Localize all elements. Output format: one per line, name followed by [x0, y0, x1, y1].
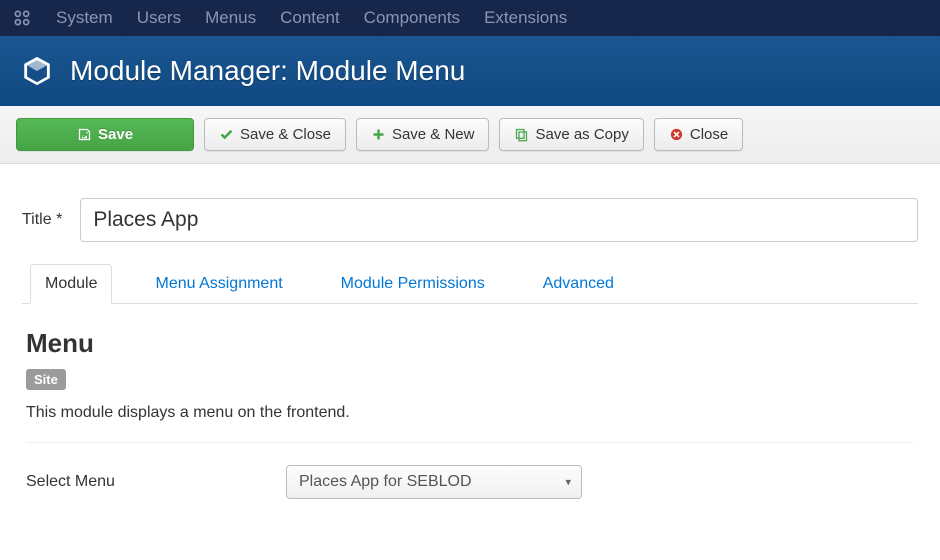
module-panel: Menu Site This module displays a menu on… [22, 304, 918, 523]
select-menu-row: Select Menu Places App for SEBLOD [26, 465, 914, 499]
toolbar: Save Save & Close Save & New Save as Cop… [0, 106, 940, 164]
tab-menu-assignment[interactable]: Menu Assignment [140, 264, 297, 304]
nav-menus[interactable]: Menus [205, 8, 256, 28]
save-new-label: Save & New [392, 126, 475, 143]
save-copy-label: Save as Copy [535, 126, 628, 143]
title-label: Title * [22, 211, 62, 229]
select-menu-label: Select Menu [26, 473, 286, 491]
nav-system[interactable]: System [56, 8, 113, 28]
save-button[interactable]: Save [16, 118, 194, 151]
nav-extensions[interactable]: Extensions [484, 8, 567, 28]
page-header: Module Manager: Module Menu [0, 36, 940, 106]
top-nav: System Users Menus Content Components Ex… [0, 0, 940, 36]
client-badge: Site [26, 369, 66, 390]
close-button[interactable]: Close [654, 118, 743, 151]
module-description: This module displays a menu on the front… [26, 404, 914, 422]
select-menu-value: Places App for SEBLOD [299, 473, 472, 490]
save-label: Save [98, 126, 133, 143]
tab-module[interactable]: Module [30, 264, 112, 304]
content-area: Title * Module Menu Assignment Module Pe… [0, 164, 940, 543]
title-field-row: Title * [22, 198, 918, 242]
module-cube-icon [20, 54, 54, 88]
close-icon [669, 127, 684, 142]
apply-icon [77, 127, 92, 142]
save-close-label: Save & Close [240, 126, 331, 143]
save-close-button[interactable]: Save & Close [204, 118, 346, 151]
tab-module-permissions[interactable]: Module Permissions [326, 264, 500, 304]
save-new-button[interactable]: Save & New [356, 118, 490, 151]
nav-users[interactable]: Users [137, 8, 181, 28]
joomla-logo-icon [12, 8, 32, 28]
check-icon [219, 127, 234, 142]
select-menu-dropdown[interactable]: Places App for SEBLOD [286, 465, 582, 499]
page-title: Module Manager: Module Menu [70, 55, 465, 87]
title-input[interactable] [80, 198, 918, 242]
tab-advanced[interactable]: Advanced [528, 264, 629, 304]
module-heading: Menu [26, 328, 914, 359]
save-copy-button[interactable]: Save as Copy [499, 118, 643, 151]
tabs: Module Menu Assignment Module Permission… [22, 264, 918, 304]
nav-content[interactable]: Content [280, 8, 340, 28]
plus-icon [371, 127, 386, 142]
divider [26, 442, 914, 443]
copy-icon [514, 127, 529, 142]
close-label: Close [690, 126, 728, 143]
nav-components[interactable]: Components [364, 8, 460, 28]
